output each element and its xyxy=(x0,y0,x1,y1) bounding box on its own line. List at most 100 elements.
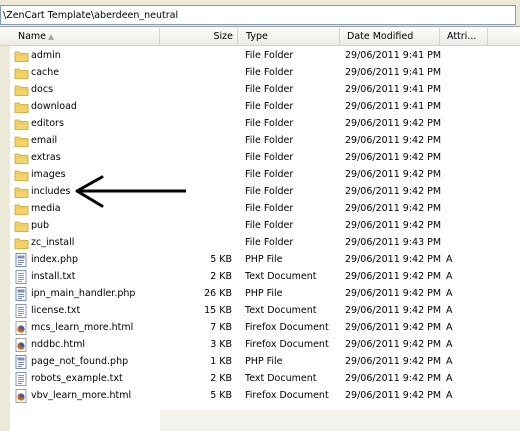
file-type: File Folder xyxy=(245,67,294,78)
file-date-modified: 29/06/2011 9:41 PM xyxy=(345,67,442,78)
file-size: 2 KB xyxy=(210,373,232,384)
file-size: 2 KB xyxy=(210,271,232,282)
folder-icon xyxy=(14,83,29,97)
file-row[interactable]: ipn_main_handler.php 26 KB PHP File 29/06/2… xyxy=(0,286,520,303)
file-type: File Folder xyxy=(245,152,294,163)
file-size: 5 KB xyxy=(210,254,232,265)
file-row[interactable]: install.txt 2 KB Text Document 29/06/2011 9… xyxy=(0,269,520,286)
file-type: Firefox Document xyxy=(245,390,329,401)
file-type: File Folder xyxy=(245,186,294,197)
file-date-modified: 29/06/2011 9:42 PM xyxy=(345,186,442,197)
file-row[interactable]: extras File Folder 29/06/2011 9:42 PM xyxy=(0,150,520,167)
column-header-date-modified[interactable]: Date Modified xyxy=(340,28,440,45)
file-date-modified: 29/06/2011 9:43 PM xyxy=(345,237,442,248)
file-date-modified: 29/06/2011 9:42 PM xyxy=(345,203,442,214)
file-row[interactable]: admin File Folder 29/06/2011 9:41 PM xyxy=(0,48,520,65)
file-name: images xyxy=(31,169,66,180)
text-file-icon xyxy=(14,270,29,284)
folder-icon xyxy=(14,185,29,199)
firefox-document-icon xyxy=(14,321,29,335)
file-name: extras xyxy=(31,152,61,163)
file-date-modified: 29/06/2011 9:42 PM xyxy=(345,288,442,299)
file-size: 26 KB xyxy=(204,288,232,299)
column-header-bar: Name ▲ Size Type Date Modified Attri... xyxy=(0,28,520,46)
file-name: email xyxy=(31,135,58,146)
file-type: PHP File xyxy=(245,356,283,367)
file-date-modified: 29/06/2011 9:42 PM xyxy=(345,220,442,231)
file-row[interactable]: docs File Folder 29/06/2011 9:41 PM xyxy=(0,82,520,99)
file-date-modified: 29/06/2011 9:42 PM xyxy=(345,118,442,129)
file-row[interactable]: nddbc.html 3 KB Firefox Document 29/06/2011… xyxy=(0,337,520,354)
file-type: File Folder xyxy=(245,169,294,180)
php-file-icon xyxy=(14,253,29,267)
file-row[interactable]: cache File Folder 29/06/2011 9:41 PM xyxy=(0,65,520,82)
file-date-modified: 29/06/2011 9:42 PM xyxy=(345,322,442,333)
address-field[interactable]: \ZenCart Template\aberdeen_neutral xyxy=(0,5,516,25)
folder-icon xyxy=(14,117,29,131)
file-row[interactable]: license.txt 15 KB Text Document 29/06/2011 … xyxy=(0,303,520,320)
file-name: install.txt xyxy=(31,271,76,282)
file-date-modified: 29/06/2011 9:42 PM xyxy=(345,254,442,265)
file-attributes: A xyxy=(446,271,453,282)
file-name: docs xyxy=(31,84,54,95)
file-row[interactable]: editors File Folder 29/06/2011 9:42 PM xyxy=(0,116,520,133)
file-type: File Folder xyxy=(245,84,294,95)
file-date-modified: 29/06/2011 9:42 PM xyxy=(345,152,442,163)
folder-icon xyxy=(14,100,29,114)
file-row[interactable]: download File Folder 29/06/2011 9:41 PM xyxy=(0,99,520,116)
file-size: 1 KB xyxy=(210,356,232,367)
file-name: editors xyxy=(31,118,64,129)
column-header-attributes[interactable]: Attri... xyxy=(440,28,488,45)
file-row[interactable]: robots_example.txt 2 KB Text Document 29/06… xyxy=(0,371,520,388)
file-type: File Folder xyxy=(245,203,294,214)
file-type: Text Document xyxy=(245,373,317,384)
file-row[interactable]: index.php 5 KB PHP File 29/06/2011 9:42 PM A xyxy=(0,252,520,269)
text-file-icon xyxy=(14,372,29,386)
file-row[interactable]: email File Folder 29/06/2011 9:42 PM xyxy=(0,133,520,150)
folder-icon xyxy=(14,134,29,148)
file-type: File Folder xyxy=(245,220,294,231)
file-type: Text Document xyxy=(245,271,317,282)
file-name: nddbc.html xyxy=(31,339,85,350)
file-date-modified: 29/06/2011 9:42 PM xyxy=(345,390,442,401)
php-file-icon xyxy=(14,355,29,369)
file-row[interactable]: vbv_learn_more.html 5 KB Firefox Document 2… xyxy=(0,388,520,405)
file-date-modified: 29/06/2011 9:42 PM xyxy=(345,339,442,350)
file-date-modified: 29/06/2011 9:42 PM xyxy=(345,305,442,316)
file-row[interactable]: mcs_learn_more.html 7 KB Firefox Document 2… xyxy=(0,320,520,337)
folder-icon xyxy=(14,168,29,182)
folder-icon xyxy=(14,202,29,216)
file-attributes: A xyxy=(446,390,453,401)
folder-icon xyxy=(14,151,29,165)
file-row[interactable]: zc_install File Folder 29/06/2011 9:43 PM xyxy=(0,235,520,252)
empty-list-area xyxy=(160,410,520,431)
firefox-document-icon xyxy=(14,389,29,403)
firefox-document-icon xyxy=(14,338,29,352)
file-row[interactable]: pub File Folder 29/06/2011 9:42 PM xyxy=(0,218,520,235)
file-size: 7 KB xyxy=(210,322,232,333)
column-header-type[interactable]: Type xyxy=(238,28,340,45)
file-type: Text Document xyxy=(245,305,317,316)
column-header-name[interactable]: Name ▲ xyxy=(0,28,160,45)
file-attributes: A xyxy=(446,356,453,367)
file-size: 5 KB xyxy=(210,390,232,401)
file-attributes: A xyxy=(446,322,453,333)
file-attributes: A xyxy=(446,305,453,316)
file-attributes: A xyxy=(446,373,453,384)
file-name: vbv_learn_more.html xyxy=(31,390,132,401)
file-type: Firefox Document xyxy=(245,322,329,333)
file-attributes: A xyxy=(446,288,453,299)
file-name: media xyxy=(31,203,61,214)
folder-icon xyxy=(14,219,29,233)
file-date-modified: 29/06/2011 9:42 PM xyxy=(345,135,442,146)
file-date-modified: 29/06/2011 9:41 PM xyxy=(345,50,442,61)
file-name: robots_example.txt xyxy=(31,373,123,384)
column-header-size[interactable]: Size xyxy=(160,28,238,45)
file-attributes: A xyxy=(446,254,453,265)
file-date-modified: 29/06/2011 9:42 PM xyxy=(345,373,442,384)
file-type: File Folder xyxy=(245,118,294,129)
file-name: pub xyxy=(31,220,50,231)
file-type: Firefox Document xyxy=(245,339,329,350)
file-name: download xyxy=(31,101,77,112)
file-row[interactable]: page_not_found.php 1 KB PHP File 29/06/2011… xyxy=(0,354,520,371)
